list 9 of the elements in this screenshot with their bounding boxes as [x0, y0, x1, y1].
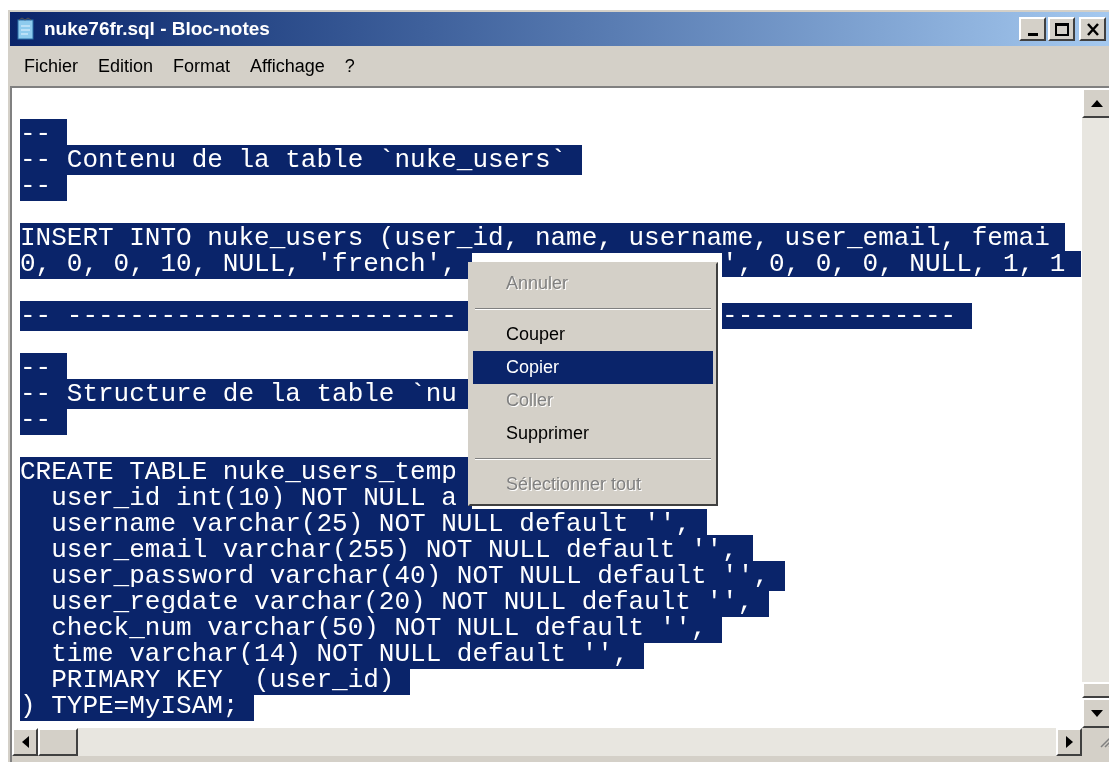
menu-item[interactable]: Supprimer — [473, 417, 713, 450]
menu-item[interactable]: Edition — [90, 52, 162, 80]
menu-item[interactable]: Copier — [473, 351, 713, 384]
menu-item[interactable]: Format — [165, 52, 239, 80]
menu-item[interactable]: Couper — [473, 318, 713, 351]
window-title: nuke76fr.sql - Bloc-notes — [44, 16, 270, 41]
menu-item[interactable]: Affichage — [242, 52, 333, 80]
menu-item[interactable]: ? — [336, 52, 363, 80]
menu-item[interactable]: Fichier — [16, 52, 86, 80]
